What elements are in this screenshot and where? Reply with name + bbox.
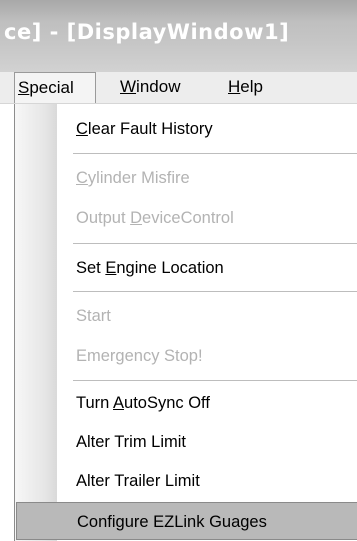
menu-item-turn-autosync-off[interactable]: Turn AutoSync Off (16, 384, 357, 422)
menu-item-cylinder-misfire[interactable]: Cylinder Misfire (16, 159, 357, 197)
menu-separator (73, 380, 357, 381)
menu-special-label: pecial (29, 78, 74, 97)
menu-item-emergency-stop[interactable]: Emergency Stop! (16, 337, 357, 375)
special-dropdown-menu: Clear Fault History Cylinder Misfire Out… (14, 104, 357, 541)
menu-help-mnemonic: H (228, 77, 241, 96)
menu-item-output-device-control[interactable]: Output DeviceControl (16, 199, 357, 237)
menu-help[interactable]: Help (228, 72, 263, 103)
menu-item-alter-trim-limit[interactable]: Alter Trim Limit (16, 423, 357, 461)
menu-item-start[interactable]: Start (16, 297, 357, 335)
window-title-bar[interactable]: ce] - [DisplayWindow1] (0, 0, 357, 72)
menu-separator (73, 291, 357, 292)
window-title: ce] - [DisplayWindow1] (4, 20, 290, 44)
menu-item-configure-ezlink-guages[interactable]: Configure EZLink Guages (16, 502, 357, 540)
menu-item-alter-trailer-limit[interactable]: Alter Trailer Limit (16, 462, 357, 500)
menu-window-label: indow (136, 77, 181, 96)
menu-window[interactable]: Window (120, 72, 180, 103)
menu-special-mnemonic: S (18, 78, 30, 97)
menu-help-label: elp (240, 77, 263, 96)
menu-bar: Special Window Help (0, 72, 357, 104)
menu-item-clear-fault-history[interactable]: Clear Fault History (16, 110, 357, 148)
menu-separator (73, 243, 357, 244)
menu-window-mnemonic: W (120, 77, 137, 96)
menu-special[interactable]: Special (14, 72, 96, 103)
menu-item-set-engine-location[interactable]: Set Engine Location (16, 249, 357, 287)
menu-separator (73, 153, 357, 154)
